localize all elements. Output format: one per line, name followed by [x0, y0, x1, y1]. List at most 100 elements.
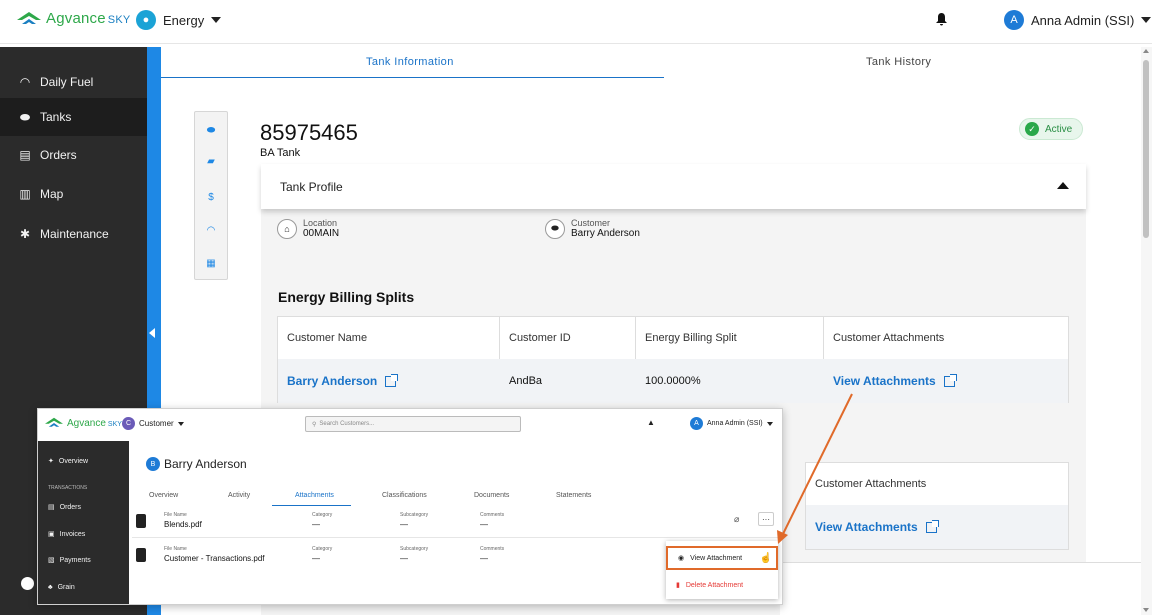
tab-tank-information[interactable]: Tank Information: [366, 56, 454, 68]
column-header[interactable]: Customer Attachments: [824, 317, 1068, 359]
external-link-icon: [925, 519, 939, 533]
row-divider: [132, 537, 782, 538]
field-label: Subcategory: [400, 512, 429, 518]
active-tab-indicator: [161, 77, 664, 78]
tab-activity[interactable]: Activity: [228, 492, 250, 499]
tab-attachments[interactable]: Attachments: [295, 492, 334, 499]
field-label: Comments: [480, 512, 505, 518]
customer-name: Barry Anderson: [164, 457, 247, 471]
tank-icon: ⬬: [19, 109, 31, 124]
category-value: —: [312, 554, 320, 563]
tank-icon[interactable]: ⬬: [195, 125, 227, 136]
map-icon: ▥: [19, 187, 31, 201]
inset-user-menu[interactable]: A Anna Admin (SSI): [690, 417, 773, 430]
chevron-up-icon[interactable]: [1057, 182, 1069, 189]
bell-icon[interactable]: ▲: [647, 418, 655, 427]
sidebar-item-tanks[interactable]: ⬬ Tanks: [0, 98, 147, 136]
bottom-panel: [780, 562, 1152, 615]
search-input[interactable]: ⚲ Search Customers...: [305, 416, 521, 432]
tank-profile-header[interactable]: Tank Profile: [261, 164, 1086, 209]
gauge-icon: ◠: [19, 75, 31, 89]
module-label: Customer: [139, 419, 174, 428]
gauge-icon[interactable]: ◠: [195, 225, 227, 236]
file-name: Customer - Transactions.pdf: [164, 554, 265, 563]
module-switcher[interactable]: ● Energy: [136, 10, 222, 30]
attachment-link-icon[interactable]: ⌀: [734, 514, 739, 525]
search-icon: ⚲: [312, 421, 317, 428]
tank-number: 85975465: [260, 120, 358, 145]
tab-tank-history[interactable]: Tank History: [866, 56, 931, 68]
logo-text: Agvance SKY: [67, 417, 122, 429]
column-header[interactable]: Customer Name: [278, 317, 500, 359]
more-options-button[interactable]: ···: [758, 512, 774, 526]
app-logo[interactable]: Agvance SKY: [16, 10, 130, 27]
sidebar-item-label: Tanks: [40, 110, 72, 124]
tab-overview[interactable]: Overview: [149, 492, 178, 499]
sidebar-item-invoices[interactable]: ▣ Invoices: [38, 530, 129, 539]
column-header[interactable]: Energy Billing Split: [636, 317, 824, 359]
orders-icon: ▤: [19, 148, 31, 162]
sidebar-item-grain[interactable]: ♣ Grain: [38, 584, 129, 591]
sidebar-item-maintenance[interactable]: ✱ Maintenance: [0, 215, 147, 253]
billing-splits-table: Customer Name Customer ID Energy Billing…: [277, 316, 1069, 403]
sidebar-item-overview[interactable]: ✦ Overview: [38, 457, 129, 466]
customer-header: B Barry Anderson: [146, 457, 247, 471]
field-label: File Name: [164, 546, 187, 552]
subcategory-value: —: [400, 520, 408, 529]
logo-icon: [17, 11, 41, 24]
comments-value: —: [480, 554, 488, 563]
tab-classifications[interactable]: Classifications: [382, 492, 427, 499]
inset-module-switcher[interactable]: C Customer: [122, 417, 184, 430]
dollar-icon[interactable]: $: [195, 192, 227, 203]
user-menu[interactable]: A Anna Admin (SSI): [1004, 10, 1152, 30]
truck-icon[interactable]: ▰: [195, 156, 227, 167]
section-title: Tank Profile: [280, 180, 343, 194]
view-attachments-link[interactable]: View Attachments: [824, 359, 957, 403]
sidebar-item-label: Maintenance: [40, 227, 109, 241]
sidebar-item-orders[interactable]: ▤ Orders: [0, 136, 147, 174]
menu-item-label: View Attachment: [690, 554, 743, 562]
field-label: Category: [312, 546, 333, 552]
bell-icon[interactable]: [936, 13, 947, 32]
field-label: Category: [312, 512, 333, 518]
chevron-down-icon: [1141, 17, 1152, 23]
drop-icon: ●: [136, 10, 156, 30]
attachment-row[interactable]: File Name Blends.pdf Category — Subcateg…: [132, 508, 782, 537]
tank-icon: ⬬: [545, 218, 565, 239]
chevron-left-icon[interactable]: [149, 328, 155, 338]
scroll-up-icon[interactable]: [1143, 49, 1149, 53]
tab-statements[interactable]: Statements: [556, 492, 591, 499]
scrollbar-thumb[interactable]: [1143, 60, 1149, 238]
customer-label: Customer: [571, 218, 611, 228]
view-attachment-item[interactable]: ◉ View Attachment ☝: [666, 546, 778, 570]
status-badge: ✓ Active: [1019, 118, 1084, 140]
external-link-icon: [943, 373, 957, 387]
document-icon[interactable]: ▦: [195, 258, 227, 269]
column-header[interactable]: Customer ID: [500, 317, 636, 359]
view-attachments-link[interactable]: View Attachments: [806, 505, 939, 549]
field-label: File Name: [164, 512, 187, 518]
scroll-down-icon[interactable]: [1143, 608, 1149, 612]
chevron-down-icon: [766, 421, 773, 426]
sidebar-item-map[interactable]: ▥ Map: [0, 175, 147, 213]
file-name: Blends.pdf: [164, 520, 202, 529]
sidebar-item-payments[interactable]: ▧ Payments: [38, 556, 129, 565]
logo-icon: [45, 417, 63, 427]
field-label: Subcategory: [400, 546, 429, 552]
column-header[interactable]: Customer Attachments: [806, 463, 1068, 505]
module-label: Energy: [163, 12, 205, 28]
inset-logo[interactable]: Agvance SKY: [44, 417, 122, 429]
delete-attachment-item[interactable]: ▮ Delete Attachment: [666, 573, 778, 597]
chat-icon[interactable]: [21, 577, 34, 590]
attachment-context-menu: ◉ View Attachment ☝ ▮ Delete Attachment: [666, 541, 778, 599]
tab-documents[interactable]: Documents: [474, 492, 509, 499]
customer-name-link[interactable]: Barry Anderson: [278, 359, 399, 403]
location-value: 00MAIN: [303, 228, 340, 239]
chevron-down-icon: [211, 17, 222, 23]
sidebar-item-daily-fuel[interactable]: ◠ Daily Fuel: [0, 63, 147, 101]
hand-cursor-icon: ☝: [759, 552, 772, 564]
trash-icon: ▮: [676, 582, 680, 589]
sidebar-item-orders[interactable]: ▤ Orders: [38, 503, 129, 512]
inset-sidebar: ✦ Overview TRANSACTIONS ▤ Orders ▣ Invoices…: [38, 441, 129, 604]
gear-icon: ✱: [19, 227, 31, 241]
